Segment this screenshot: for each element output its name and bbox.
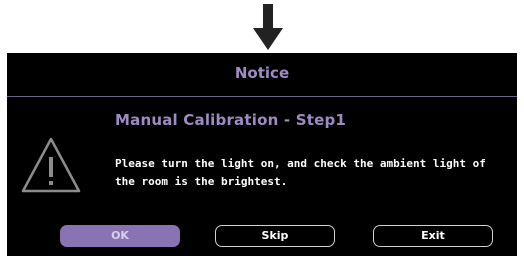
warning-icon [21, 137, 81, 193]
dialog-subtitle: Manual Calibration - Step1 [115, 111, 347, 129]
skip-button[interactable]: Skip [215, 225, 335, 247]
notice-dialog: Notice Manual Calibration - Step1 Please… [7, 53, 517, 256]
dialog-title: Notice [234, 64, 290, 82]
down-arrow-icon [253, 4, 283, 50]
ok-button[interactable]: OK [60, 225, 180, 247]
exit-button[interactable]: Exit [373, 225, 493, 247]
dialog-message: Please turn the light on, and check the … [115, 157, 486, 188]
header-divider [7, 96, 517, 97]
